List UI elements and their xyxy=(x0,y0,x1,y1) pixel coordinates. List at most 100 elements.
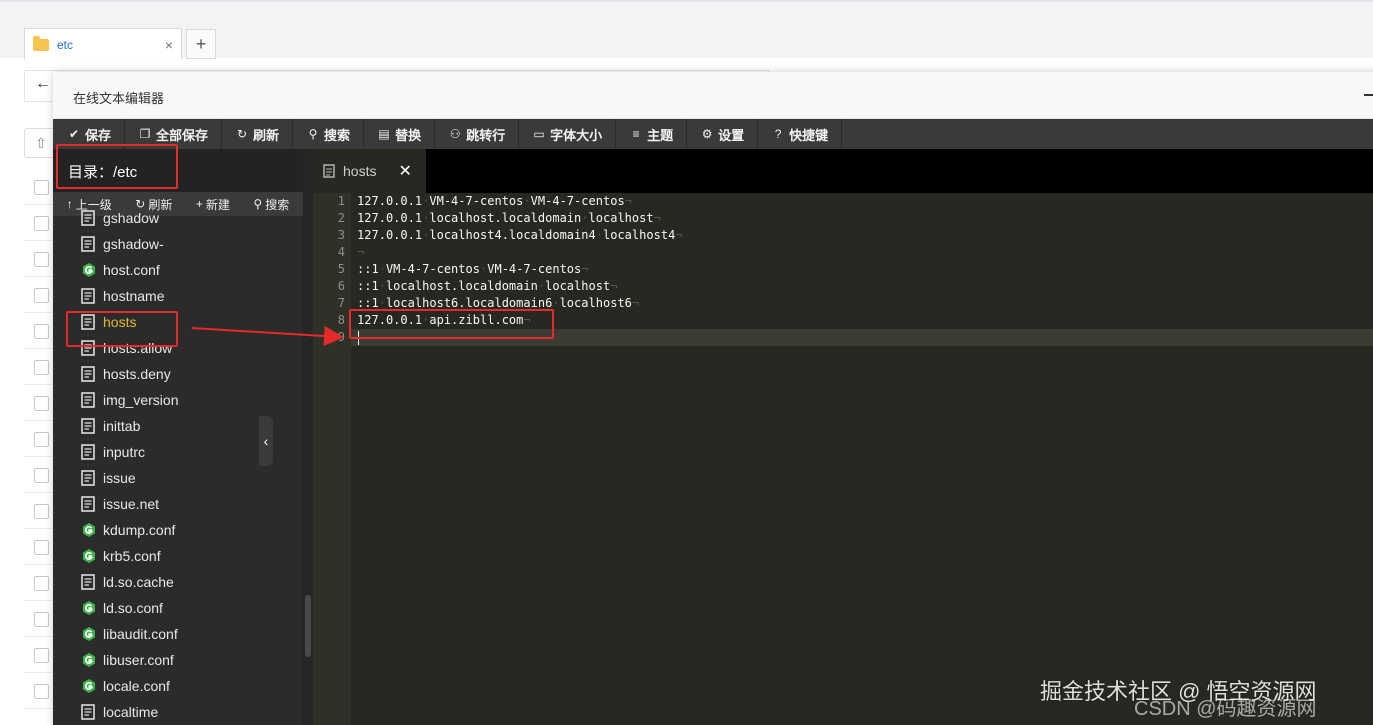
file-item[interactable]: libaudit.conf xyxy=(53,621,303,647)
code-line[interactable]: 5::1·VM-4-7-centos·VM-4-7-centos¬ xyxy=(338,261,1373,278)
file-name: img_version xyxy=(103,392,179,408)
row-divider xyxy=(24,384,54,385)
config-file-icon xyxy=(81,678,95,694)
settings-button[interactable]: ⚙ 设置 xyxy=(687,119,759,149)
collapse-sidebar-button[interactable]: ‹ xyxy=(259,416,273,466)
search-button[interactable]: ⚲ 搜索 xyxy=(293,119,365,149)
row-checkbox[interactable] xyxy=(34,576,49,591)
minimize-icon[interactable] xyxy=(1364,94,1373,96)
file-name: issue.net xyxy=(103,496,160,512)
file-item[interactable]: kdump.conf xyxy=(53,517,303,543)
row-checkbox[interactable] xyxy=(34,540,49,555)
close-icon[interactable]: × xyxy=(165,37,173,53)
tab-label: hosts xyxy=(343,163,377,179)
file-item[interactable]: img_version xyxy=(53,387,303,413)
row-checkbox[interactable] xyxy=(34,684,49,699)
file-item[interactable]: ld.so.conf xyxy=(53,595,303,621)
row-divider xyxy=(24,240,54,241)
row-checkbox[interactable] xyxy=(34,252,49,267)
file-item[interactable]: issue xyxy=(53,465,303,491)
text-file-icon xyxy=(81,444,95,460)
row-checkbox[interactable] xyxy=(34,324,49,339)
row-checkbox[interactable] xyxy=(34,648,49,663)
file-item[interactable]: gshadow- xyxy=(53,231,303,257)
file-item[interactable]: localtime xyxy=(53,699,303,725)
row-divider xyxy=(24,276,54,277)
file-item[interactable]: krb5.conf xyxy=(53,543,303,569)
row-checkbox[interactable] xyxy=(34,396,49,411)
file-name: ld.so.conf xyxy=(103,600,163,616)
editor-toolbar: ✔ 保存 ❐ 全部保存 ↻ 刷新 ⚲ 搜索 ▤ 替换 ⚇ 跳转行 ▭ 字体大小 ≡ 主题 ⚙ 设置… xyxy=(53,119,1373,149)
search-icon: ⚲ xyxy=(308,127,318,141)
tab-hosts[interactable]: hosts ✕ xyxy=(313,149,426,193)
back-arrow-icon[interactable]: ← xyxy=(35,75,51,93)
check-icon: ✔ xyxy=(68,127,80,141)
row-checkbox[interactable] xyxy=(34,180,49,195)
config-file-icon xyxy=(81,548,95,564)
config-file-icon xyxy=(81,652,95,668)
font-size-icon: ▭ xyxy=(533,127,545,141)
row-checkbox[interactable] xyxy=(34,504,49,519)
shortcuts-button[interactable]: ? 快捷键 xyxy=(758,119,843,149)
text-file-icon xyxy=(81,288,95,304)
text-file-icon xyxy=(81,418,95,434)
row-checkbox[interactable] xyxy=(34,612,49,627)
file-name: kdump.conf xyxy=(103,522,176,538)
folder-icon xyxy=(33,35,49,51)
row-checkbox[interactable] xyxy=(34,288,49,303)
browser-tab-bar: etc × + xyxy=(0,0,1373,60)
font-size-button[interactable]: ▭ 字体大小 xyxy=(519,119,617,149)
replace-button[interactable]: ▤ 替换 xyxy=(364,119,436,149)
file-icon xyxy=(323,164,335,178)
file-item[interactable]: gshadow xyxy=(53,205,303,231)
line-number: 2 xyxy=(337,211,345,225)
copy-icon: ❐ xyxy=(139,127,151,141)
file-item[interactable]: hosts.deny xyxy=(53,361,303,387)
replace-icon: ▤ xyxy=(378,127,390,141)
file-name: hosts.deny xyxy=(103,366,171,382)
code-line[interactable]: 2 127.0.0.1·localhost.localdomain·localho… xyxy=(338,210,1373,227)
theme-button[interactable]: ≡ 主题 xyxy=(616,119,688,149)
file-item[interactable]: libuser.conf xyxy=(53,647,303,673)
line-number: 9 xyxy=(337,330,345,344)
add-tab-button[interactable]: + xyxy=(186,29,216,59)
text-file-icon xyxy=(81,496,95,512)
refresh-button[interactable]: ↻ 刷新 xyxy=(222,119,294,149)
line-text: ::1·VM-4-7-centos·VM-4-7-centos¬ xyxy=(357,262,589,276)
code-line[interactable]: 6::1·localhost.localdomain·localhost¬ xyxy=(338,278,1373,295)
text-editor-dialog: 在线文本编辑器 ✔ 保存 ❐ 全部保存 ↻ 刷新 ⚲ 搜索 ▤ 替换 ⚇ 跳转行 ▭ 字体大小… xyxy=(53,72,1373,725)
line-number: 3 xyxy=(337,228,345,242)
file-item[interactable]: locale.conf xyxy=(53,673,303,699)
code-line[interactable]: 1 127.0.0.1·VM-4-7-centos·VM-4-7-centos¬ xyxy=(338,193,1373,210)
jump-line-button[interactable]: ⚇ 跳转行 xyxy=(435,119,520,149)
file-item[interactable]: ld.so.cache xyxy=(53,569,303,595)
file-name: localtime xyxy=(103,704,159,720)
row-checkbox[interactable] xyxy=(34,468,49,483)
file-name: locale.conf xyxy=(103,678,170,694)
code-content[interactable]: 1 127.0.0.1·VM-4-7-centos·VM-4-7-centos¬ 2… xyxy=(338,193,1373,725)
row-checkbox[interactable] xyxy=(34,360,49,375)
file-name: ld.so.cache xyxy=(103,574,174,590)
config-file-icon xyxy=(81,522,95,538)
menu-icon: ≡ xyxy=(632,127,640,141)
tab-etc[interactable]: etc × xyxy=(24,28,182,60)
file-item[interactable]: issue.net xyxy=(53,491,303,517)
file-name: host.conf xyxy=(103,262,160,278)
line-text: ::1·localhost.localdomain·localhost¬ xyxy=(357,279,618,293)
sidebar-scrollbar-thumb[interactable] xyxy=(305,595,311,657)
close-icon[interactable]: ✕ xyxy=(398,161,411,181)
help-icon: ? xyxy=(774,127,782,141)
row-divider xyxy=(24,204,54,205)
line-text: ¬ xyxy=(357,245,365,259)
row-checkbox[interactable] xyxy=(34,216,49,231)
row-checkbox[interactable] xyxy=(34,432,49,447)
code-line[interactable]: 3 127.0.0.1·localhost4.localdomain4·local… xyxy=(338,227,1373,244)
file-item[interactable]: hostname xyxy=(53,283,303,309)
file-item[interactable]: host.conf xyxy=(53,257,303,283)
text-file-icon xyxy=(81,366,95,382)
row-divider xyxy=(24,312,54,313)
code-line[interactable]: 4 ¬ xyxy=(338,244,1373,261)
config-file-icon xyxy=(81,600,95,616)
code-editor[interactable]: hosts ✕ 1 127.0.0.1·VM-4-7-centos·VM-4-7-… xyxy=(313,149,1373,725)
row-divider xyxy=(24,492,54,493)
